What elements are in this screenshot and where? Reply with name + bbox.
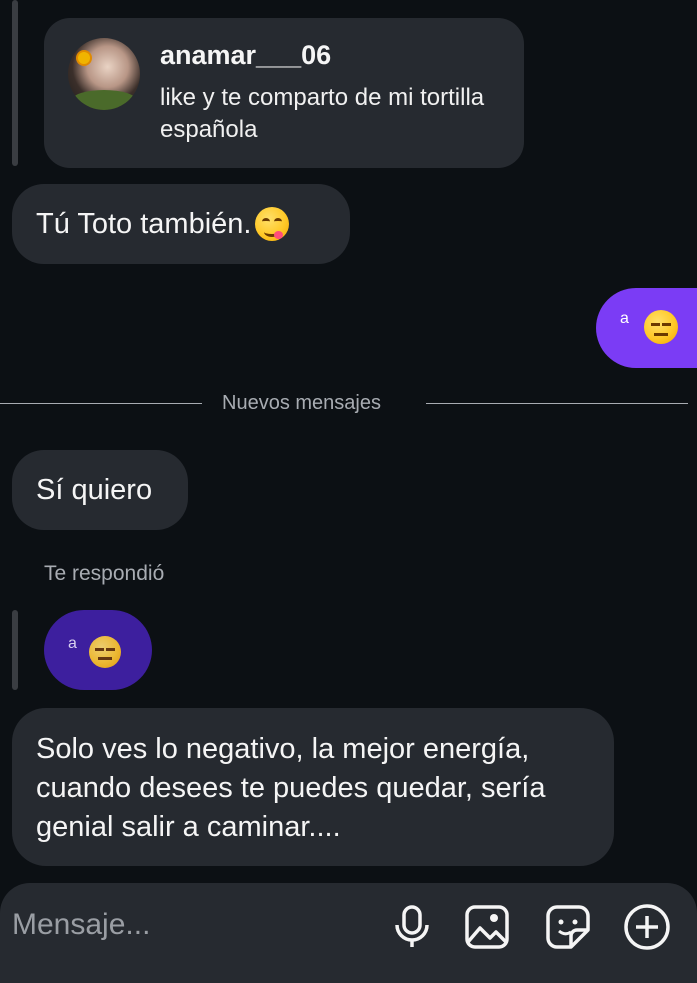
plus-circle-icon[interactable] <box>622 902 672 952</box>
avatar-flower-icon <box>78 52 90 64</box>
message-received-3[interactable]: Solo ves lo negativo, la mejor energía, … <box>12 708 614 866</box>
shared-post-card[interactable]: anamar___06 like y te comparto de mi tor… <box>44 18 524 168</box>
image-icon[interactable] <box>462 902 512 952</box>
separator-line-left <box>0 403 202 404</box>
message-text: Solo ves lo negativo, la mejor energía, … <box>36 733 546 843</box>
shared-post-caption: like y te comparto de mi tortilla españo… <box>160 84 485 143</box>
avatar-foliage <box>72 90 136 110</box>
quoted-message[interactable]: a <box>44 610 152 690</box>
sticker-icon[interactable] <box>543 902 593 952</box>
separator-line-right <box>426 403 688 404</box>
message-received-1[interactable]: Tú Toto también. <box>12 184 350 264</box>
reply-label: Te respondió <box>44 562 165 585</box>
expressionless-emoji-icon <box>89 636 121 668</box>
message-text: a <box>68 635 77 652</box>
shared-post-username[interactable]: anamar___06 <box>160 40 331 71</box>
new-messages-separator: Nuevos mensajes <box>222 392 381 414</box>
message-text: Tú Toto también. <box>36 207 252 240</box>
expressionless-emoji-icon <box>644 310 678 344</box>
message-input[interactable]: Mensaje... <box>12 908 150 942</box>
yum-emoji-icon <box>255 207 290 241</box>
microphone-icon[interactable] <box>387 902 437 952</box>
reply-indicator-bar <box>12 610 18 690</box>
message-received-2[interactable]: Sí quiero <box>12 450 188 530</box>
message-text: Sí quiero <box>36 473 153 506</box>
avatar[interactable] <box>68 38 140 110</box>
message-sent-1[interactable]: a <box>596 288 697 368</box>
message-text: a <box>620 310 629 327</box>
reply-indicator-bar <box>12 0 18 166</box>
